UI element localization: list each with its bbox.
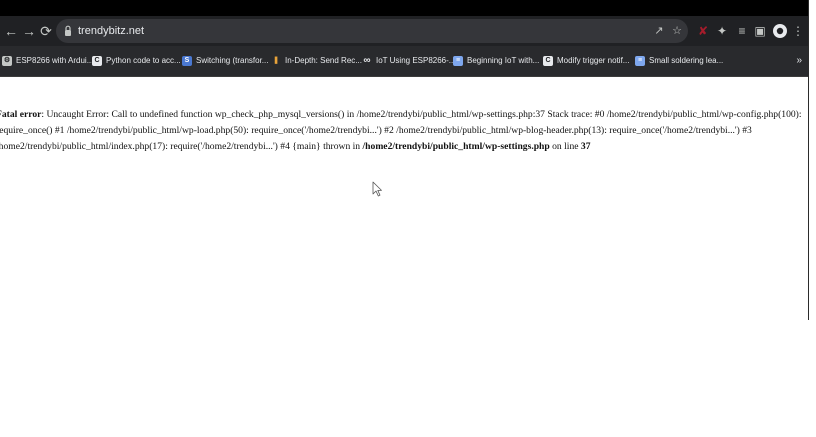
on-line-text: on line: [549, 141, 581, 152]
error-line-number: 37: [580, 141, 591, 152]
bookmark-star-icon[interactable]: ☆: [670, 24, 684, 38]
favicon-switching-icon: S: [182, 56, 192, 66]
bookmark-label: Modify trigger notif...: [557, 56, 630, 65]
bookmark-item[interactable]: ⚙ ESP8266 with Ardui...: [2, 54, 93, 68]
address-bar[interactable]: trendybitz.net ↗ ☆: [56, 19, 688, 43]
bookmark-item[interactable]: ≡ Beginning IoT with...: [453, 54, 539, 68]
url-text[interactable]: trendybitz.net: [78, 23, 144, 39]
error-message: Fatal error: Uncaught Error: Call to und…: [0, 107, 808, 155]
mouse-pointer-icon: [372, 181, 382, 197]
page-content: Fatal error: Uncaught Error: Call to und…: [0, 77, 808, 320]
kebab-menu-icon[interactable]: ⋮: [790, 23, 806, 39]
favicon-document-icon: ≡: [453, 56, 463, 66]
bookmark-label: Python code to acc...: [106, 56, 181, 65]
bookmark-label: IoT Using ESP8266-...: [376, 56, 456, 65]
chip-icon: ⚙: [2, 56, 12, 66]
bookmark-label: ESP8266 with Ardui...: [16, 56, 94, 65]
bookmark-item[interactable]: ❚ In-Depth: Send Rec...: [271, 54, 362, 68]
bookmark-item[interactable]: S Switching (transfor...: [182, 54, 268, 68]
reload-icon[interactable]: ⟳: [37, 22, 55, 40]
bookmark-label: Small soldering lea...: [649, 56, 724, 65]
error-label: Fatal error: [0, 109, 42, 120]
bookmark-label: Switching (transfor...: [196, 56, 269, 65]
bookmark-item[interactable]: C Modify trigger notif...: [543, 54, 629, 68]
lock-icon[interactable]: [64, 25, 72, 37]
bookmark-label: Beginning IoT with...: [467, 56, 540, 65]
favicon-lightning-icon: ❚: [273, 57, 279, 64]
media-control-icon[interactable]: ≡: [734, 23, 750, 39]
window-top-bar: [0, 0, 808, 16]
favicon-c-icon: C: [543, 56, 553, 66]
bookmark-item[interactable]: ∞ IoT Using ESP8266-...: [362, 54, 455, 68]
favicon-c-icon: C: [92, 56, 102, 66]
infinity-icon: ∞: [363, 55, 371, 66]
forward-arrow-icon[interactable]: →: [20, 22, 38, 40]
browser-screenshot: ← → ⟳ trendybitz.net ↗ ☆ ✘ ✦ ≡ ▣ ⋮ ⚙ ESP…: [0, 0, 809, 320]
favicon-document-icon: ≡: [635, 56, 645, 66]
bookmark-item[interactable]: C Python code to acc...: [92, 54, 181, 68]
error-file: /home2/trendybi/public_html/wp-settings.…: [362, 141, 550, 152]
browser-toolbar: ← → ⟳ trendybitz.net ↗ ☆ ✘ ✦ ≡ ▣ ⋮: [0, 16, 808, 46]
profile-avatar-icon[interactable]: [772, 23, 788, 39]
back-arrow-icon[interactable]: ←: [2, 22, 20, 40]
share-icon[interactable]: ↗: [652, 24, 666, 38]
side-panel-icon[interactable]: ▣: [752, 23, 768, 39]
bookmarks-overflow-chevron-icon[interactable]: »: [796, 54, 802, 68]
puzzle-piece-icon[interactable]: ✦: [714, 23, 730, 39]
bookmark-item[interactable]: ≡ Small soldering lea...: [635, 54, 723, 68]
bookmark-label: In-Depth: Send Rec...: [285, 56, 362, 65]
bookmarks-bar: ⚙ ESP8266 with Ardui... C Python code to…: [0, 46, 808, 77]
extension-red-icon[interactable]: ✘: [695, 23, 711, 39]
